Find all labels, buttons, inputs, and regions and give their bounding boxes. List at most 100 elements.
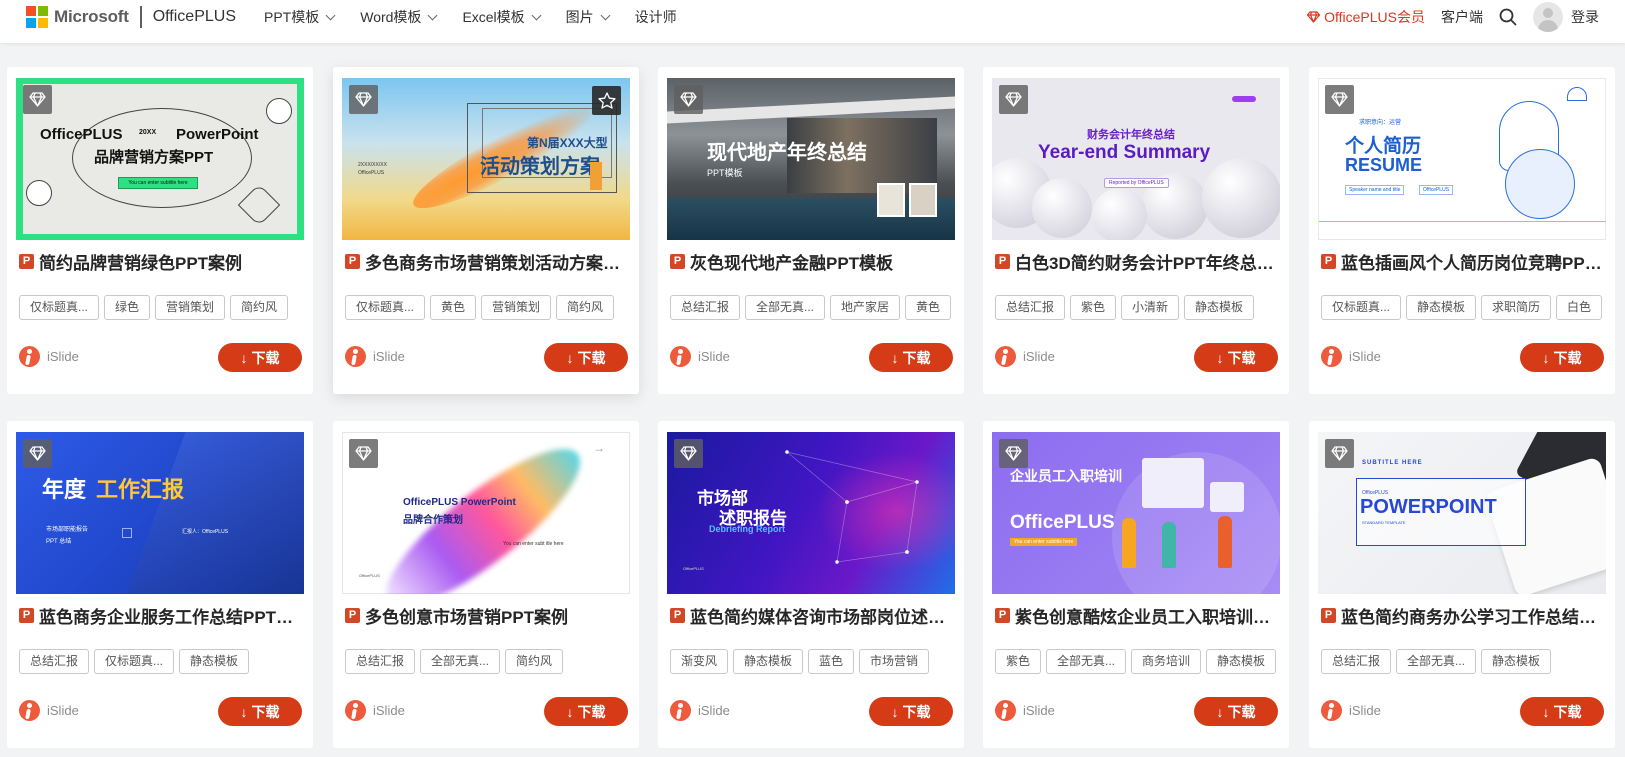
- microsoft-officeplus-logo[interactable]: Microsoft OfficePLUS: [26, 6, 236, 28]
- tag[interactable]: 总结汇报: [345, 649, 416, 674]
- tag[interactable]: 简约风: [230, 295, 289, 320]
- download-button[interactable]: ↓ 下载: [1520, 697, 1604, 726]
- download-button[interactable]: ↓ 下载: [218, 697, 302, 726]
- card-title-text[interactable]: 灰色现代地产金融PPT模板: [690, 250, 893, 273]
- card-title-text[interactable]: 蓝色插画风个人简历岗位竞聘PPT...: [1341, 250, 1607, 273]
- tag[interactable]: 地产家居: [830, 295, 901, 320]
- template-thumbnail[interactable]: 求职意向：运营 个人简历 RESUME Speaker name and tit…: [1318, 78, 1606, 240]
- tag[interactable]: 静态模板: [1481, 649, 1552, 674]
- card-title-text[interactable]: 简约品牌营销绿色PPT案例: [39, 250, 242, 273]
- template-thumbnail[interactable]: OfficePLUS 20XX PowerPoint 品牌营销方案PPT You…: [16, 78, 304, 240]
- template-card[interactable]: 现代地产年终总结 PPT模板 P 灰色现代地产金融PPT模板 总结汇报 全部无真.…: [658, 67, 964, 394]
- template-card[interactable]: 企业员工入职培训 OfficePLUS You can enter subtit…: [983, 421, 1289, 748]
- author[interactable]: iSlide: [670, 699, 730, 721]
- tag[interactable]: 营销策划: [155, 295, 226, 320]
- tag[interactable]: 白色: [1556, 295, 1603, 320]
- download-button[interactable]: ↓ 下载: [1520, 343, 1604, 372]
- download-button[interactable]: ↓ 下载: [869, 697, 953, 726]
- template-card[interactable]: 第N届XXX大型 活动策划方案 2XXX/XX/XX OfficePLUS P多…: [333, 67, 639, 394]
- nav-images[interactable]: 图片: [566, 7, 611, 27]
- tag[interactable]: 求职简历: [1481, 295, 1552, 320]
- tag[interactable]: 总结汇报: [995, 295, 1066, 320]
- tag[interactable]: 全部无真...: [745, 295, 826, 320]
- tag[interactable]: 总结汇报: [670, 295, 741, 320]
- card-title-text[interactable]: 紫色创意酷炫企业员工入职培训PP...: [1015, 604, 1281, 627]
- template-card[interactable]: 财务会计年终总结 Year-end Summary Reported by Of…: [983, 67, 1289, 394]
- template-thumbnail[interactable]: 现代地产年终总结 PPT模板: [667, 78, 955, 240]
- nav-excel-templates[interactable]: Excel模板: [462, 7, 542, 27]
- tag[interactable]: 简约风: [505, 649, 564, 674]
- tag[interactable]: 黄色: [430, 295, 477, 320]
- tag[interactable]: 仅标题真...: [345, 295, 426, 320]
- nav-word-templates[interactable]: Word模板: [360, 7, 438, 27]
- tag[interactable]: 全部无真...: [1396, 649, 1477, 674]
- tag[interactable]: 黄色: [905, 295, 952, 320]
- tag[interactable]: 仅标题真...: [94, 649, 175, 674]
- template-card[interactable]: 市场部 述职报告 Debriefing Report OfficePLUS P蓝…: [658, 421, 964, 748]
- template-thumbnail[interactable]: SUBTITLE HERE OfficePLUS POWERPOINT STAN…: [1318, 432, 1606, 594]
- tag[interactable]: 营销策划: [481, 295, 552, 320]
- template-card[interactable]: OfficePLUS PowerPoint 品牌合作策划 You can ent…: [333, 421, 639, 748]
- vip-link[interactable]: OfficePLUS会员: [1307, 7, 1425, 27]
- tag[interactable]: 静态模板: [1206, 649, 1277, 674]
- download-button[interactable]: ↓ 下载: [544, 697, 628, 726]
- download-button[interactable]: ↓ 下载: [869, 343, 953, 372]
- tag[interactable]: 商务培训: [1131, 649, 1202, 674]
- author[interactable]: iSlide: [995, 345, 1055, 367]
- template-thumbnail[interactable]: 年度 工作汇报 市场部职能报告 PPT 总结 汇报人：OfficePLUS: [16, 432, 304, 594]
- nav-designers[interactable]: 设计师: [635, 7, 677, 27]
- tag[interactable]: 总结汇报: [1321, 649, 1392, 674]
- author[interactable]: iSlide: [19, 699, 79, 721]
- card-title-text[interactable]: 多色创意市场营销PPT案例: [365, 604, 568, 627]
- login-link[interactable]: 登录: [1571, 7, 1599, 27]
- tag[interactable]: 紫色: [995, 649, 1042, 674]
- author[interactable]: iSlide: [1321, 699, 1381, 721]
- tag[interactable]: 小清新: [1121, 295, 1180, 320]
- tag[interactable]: 全部无真...: [420, 649, 501, 674]
- card-title-text[interactable]: 白色3D简约财务会计PPT年终总结...: [1015, 250, 1281, 273]
- download-button[interactable]: ↓ 下载: [1194, 697, 1278, 726]
- template-card[interactable]: 求职意向：运营 个人简历 RESUME Speaker name and tit…: [1309, 67, 1615, 394]
- template-card[interactable]: OfficePLUS 20XX PowerPoint 品牌营销方案PPT You…: [7, 67, 313, 394]
- tag[interactable]: 简约风: [556, 295, 615, 320]
- tag[interactable]: 渐变风: [670, 649, 729, 674]
- tag[interactable]: 总结汇报: [19, 649, 90, 674]
- author[interactable]: iSlide: [1321, 345, 1381, 367]
- tag[interactable]: 静态模板: [1406, 295, 1477, 320]
- tag[interactable]: 静态模板: [1184, 295, 1255, 320]
- template-thumbnail[interactable]: 第N届XXX大型 活动策划方案 2XXX/XX/XX OfficePLUS: [342, 78, 630, 240]
- client-download-link[interactable]: 客户端: [1441, 7, 1483, 27]
- author[interactable]: iSlide: [19, 345, 79, 367]
- tag[interactable]: 紫色: [1070, 295, 1117, 320]
- nav-ppt-templates[interactable]: PPT模板: [264, 7, 336, 27]
- template-thumbnail[interactable]: 市场部 述职报告 Debriefing Report OfficePLUS: [667, 432, 955, 594]
- template-thumbnail[interactable]: OfficePLUS PowerPoint 品牌合作策划 You can ent…: [342, 432, 630, 594]
- template-card[interactable]: SUBTITLE HERE OfficePLUS POWERPOINT STAN…: [1309, 421, 1615, 748]
- template-thumbnail[interactable]: 财务会计年终总结 Year-end Summary Reported by Of…: [992, 78, 1280, 240]
- author[interactable]: iSlide: [995, 699, 1055, 721]
- tag[interactable]: 仅标题真...: [19, 295, 100, 320]
- tag[interactable]: 全部无真...: [1046, 649, 1127, 674]
- search-icon[interactable]: [1499, 8, 1517, 26]
- tag[interactable]: 蓝色: [808, 649, 855, 674]
- author[interactable]: iSlide: [345, 345, 405, 367]
- download-button[interactable]: ↓ 下载: [1194, 343, 1278, 372]
- avatar[interactable]: [1533, 2, 1563, 32]
- tag[interactable]: 绿色: [104, 295, 151, 320]
- card-title-text[interactable]: 蓝色简约商务办公学习工作总结PP...: [1341, 604, 1607, 627]
- card-title-text[interactable]: 多色商务市场营销策划活动方案PP...: [365, 250, 631, 273]
- tag[interactable]: 静态模板: [733, 649, 804, 674]
- author[interactable]: iSlide: [670, 345, 730, 367]
- author[interactable]: iSlide: [345, 699, 405, 721]
- template-thumbnail[interactable]: 企业员工入职培训 OfficePLUS You can enter subtit…: [992, 432, 1280, 594]
- download-label: 下载: [902, 349, 931, 366]
- tag[interactable]: 仅标题真...: [1321, 295, 1402, 320]
- card-title-text[interactable]: 蓝色商务企业服务工作总结PPT案例: [39, 604, 305, 627]
- tag[interactable]: 市场营销: [859, 649, 930, 674]
- template-card[interactable]: 年度 工作汇报 市场部职能报告 PPT 总结 汇报人：OfficePLUS P蓝…: [7, 421, 313, 748]
- favorite-star-icon[interactable]: [592, 86, 621, 115]
- tag[interactable]: 静态模板: [179, 649, 250, 674]
- card-title-text[interactable]: 蓝色简约媒体咨询市场部岗位述职...: [690, 604, 956, 627]
- download-button[interactable]: ↓ 下载: [218, 343, 302, 372]
- download-button[interactable]: ↓ 下载: [544, 343, 628, 372]
